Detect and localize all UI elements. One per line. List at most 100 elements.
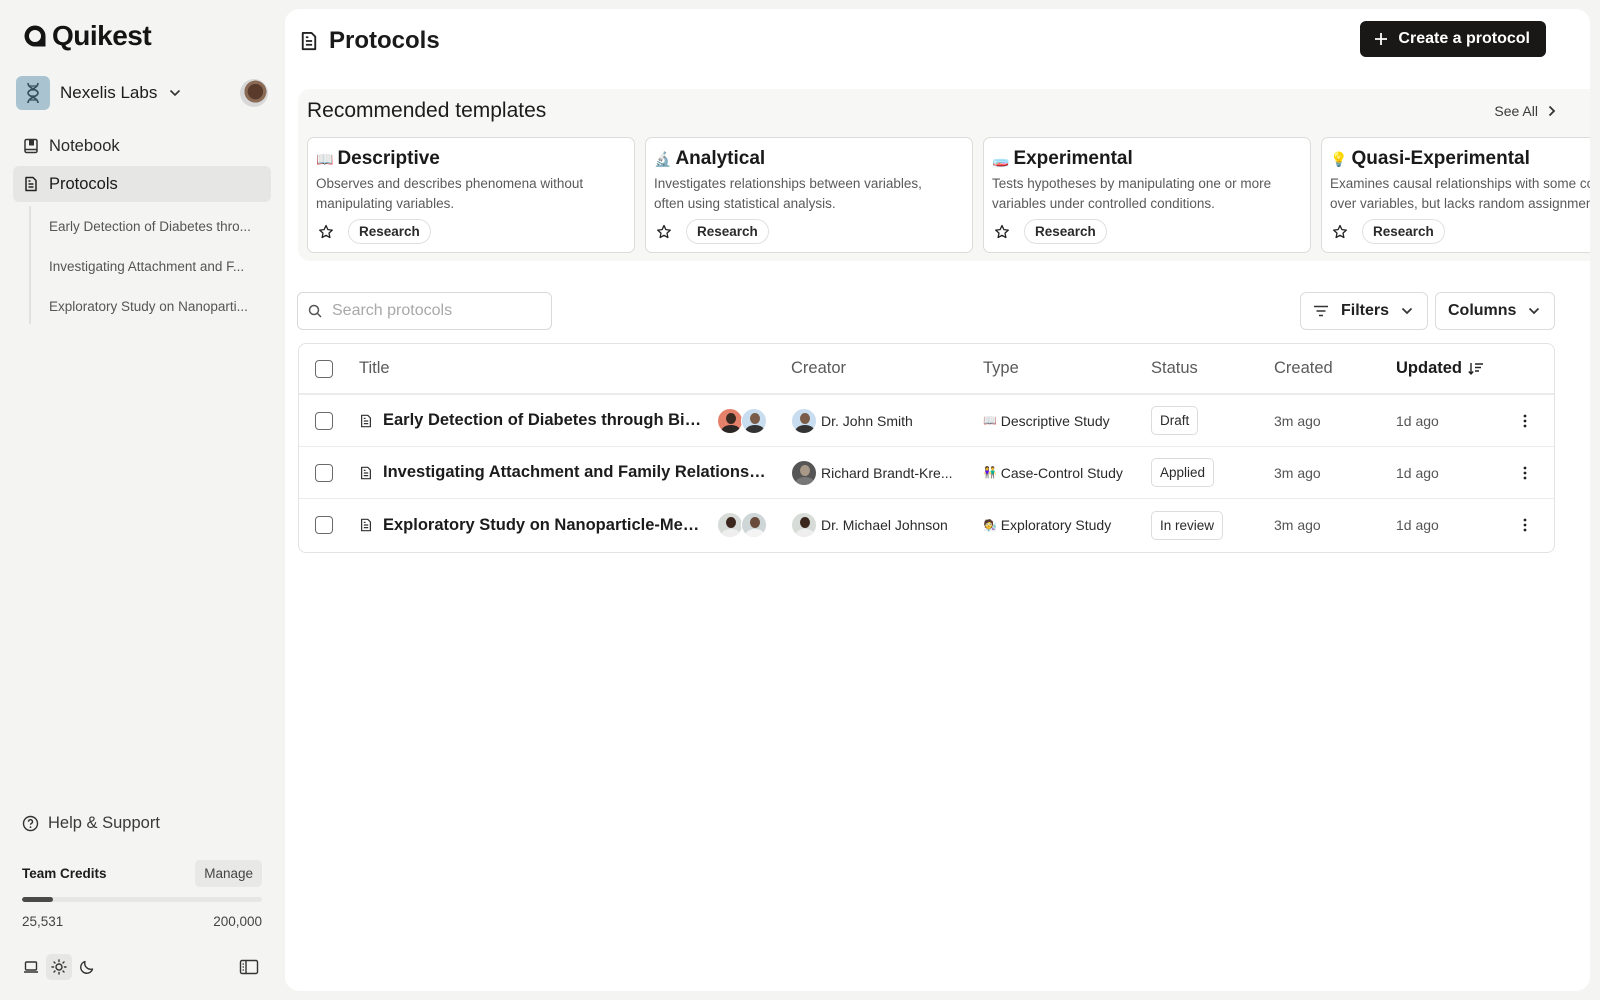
quikest-logo-icon xyxy=(24,25,46,47)
filters-button[interactable]: Filters xyxy=(1300,292,1428,330)
subnav-item[interactable]: Early Detection of Diabetes thro... xyxy=(31,206,269,246)
type-cell: 🧑‍🔬 Exploratory Study xyxy=(983,499,1143,551)
protocols-subnav: Early Detection of Diabetes thro... Inve… xyxy=(29,206,269,324)
protocol-title[interactable]: Early Detection of Diabetes through Biom… xyxy=(383,411,709,430)
theme-system-button[interactable] xyxy=(18,954,44,980)
sidebar-item-protocols[interactable]: Protocols xyxy=(13,166,271,202)
theme-switcher xyxy=(18,954,264,980)
subnav-item[interactable]: Investigating Attachment and F... xyxy=(31,246,269,286)
subnav-item[interactable]: Exploratory Study on Nanoparti... xyxy=(31,286,269,326)
column-header-created[interactable]: Created xyxy=(1274,344,1333,393)
sidebar-item-notebook[interactable]: Notebook xyxy=(13,128,271,164)
sidebar-toggle-button[interactable] xyxy=(236,954,262,980)
sidebar-panel-icon xyxy=(239,959,259,975)
help-support-link[interactable]: Help & Support xyxy=(22,814,160,833)
page-title: Protocols xyxy=(299,27,440,55)
category-tag[interactable]: Research xyxy=(348,219,431,244)
type-cell: 👫 Case-Control Study xyxy=(983,447,1143,498)
star-icon[interactable] xyxy=(318,224,334,240)
help-circle-icon xyxy=(22,815,39,832)
category-tag[interactable]: Research xyxy=(1024,219,1107,244)
creator-avatar xyxy=(791,459,817,486)
column-header-type[interactable]: Type xyxy=(983,344,1143,393)
category-tag[interactable]: Research xyxy=(686,219,769,244)
main-panel: Protocols Create a protocol Recommended … xyxy=(285,9,1590,991)
card-description-line: over variables, but lacks random assignm… xyxy=(1330,196,1590,211)
column-header-status[interactable]: Status xyxy=(1151,344,1198,393)
scientist-icon: 🧑‍🔬 xyxy=(983,519,997,532)
sidebar-item-label: Notebook xyxy=(49,136,120,155)
template-card-descriptive[interactable]: 📖 Descriptive Observes and describes phe… xyxy=(307,137,635,253)
collaborator-avatar[interactable] xyxy=(717,512,743,538)
workspace-avatar xyxy=(16,76,50,110)
column-header-updated-label: Updated xyxy=(1396,359,1462,377)
user-avatar[interactable] xyxy=(240,79,268,107)
collaborator-avatar[interactable] xyxy=(741,407,767,434)
search-input[interactable] xyxy=(332,302,532,320)
card-description-line: Observes and describes phenomena without xyxy=(316,176,584,191)
chevron-down-icon[interactable] xyxy=(169,89,181,97)
sidebar: Quikest Nexelis Labs Notebook Protocols … xyxy=(0,0,280,1000)
notebook-icon xyxy=(24,138,38,154)
column-header-creator[interactable]: Creator xyxy=(791,344,961,393)
laptop-icon xyxy=(24,961,38,973)
row-checkbox[interactable] xyxy=(315,411,333,430)
card-description: Examines causal relationships with some … xyxy=(1330,174,1590,214)
search-box xyxy=(297,292,552,330)
moon-icon xyxy=(80,960,94,974)
created-time: 3m ago xyxy=(1274,464,1321,481)
collaborator-avatars xyxy=(717,499,767,551)
document-icon xyxy=(361,414,371,427)
template-card-experimental[interactable]: 🧫 Experimental Tests hypotheses by manip… xyxy=(983,137,1311,253)
lightbulb-icon: 💡 xyxy=(1330,150,1348,167)
create-protocol-button[interactable]: Create a protocol xyxy=(1360,21,1546,57)
app-logo[interactable]: Quikest xyxy=(22,20,152,52)
table-row[interactable]: Exploratory Study on Nanoparticle-Mediat… xyxy=(299,499,1554,551)
select-all-checkbox[interactable] xyxy=(315,359,333,378)
column-header-title[interactable]: Title xyxy=(359,344,709,393)
people-icon: 👫 xyxy=(983,467,997,479)
created-time: 3m ago xyxy=(1274,517,1321,533)
star-icon[interactable] xyxy=(994,224,1010,240)
template-card-analytical[interactable]: 🔬 Analytical Investigates relationships … xyxy=(645,137,973,253)
card-description: Observes and describes phenomena without… xyxy=(316,174,626,214)
template-cards: 📖 Descriptive Observes and describes phe… xyxy=(307,137,1590,253)
credits-progress-bar xyxy=(22,897,262,902)
template-card-quasi-experimental[interactable]: 💡 Quasi-Experimental Examines causal rel… xyxy=(1321,137,1590,253)
row-checkbox[interactable] xyxy=(315,463,333,482)
protocol-title[interactable]: Investigating Attachment and Family Rela… xyxy=(383,463,769,482)
collaborator-avatar[interactable] xyxy=(717,407,743,434)
book-icon: 📖 xyxy=(983,415,997,427)
category-tag[interactable]: Research xyxy=(1362,219,1445,244)
manage-credits-button[interactable]: Manage xyxy=(195,860,262,887)
filters-label: Filters xyxy=(1341,302,1390,319)
updated-time: 1d ago xyxy=(1396,412,1439,429)
sidebar-nav: Notebook Protocols xyxy=(13,128,271,204)
card-description-line: Tests hypotheses by manipulating one or … xyxy=(992,176,1272,191)
card-description-line: manipulating variables. xyxy=(316,196,455,211)
collaborator-avatar[interactable] xyxy=(741,512,767,538)
card-description-line: Investigates relationships between varia… xyxy=(654,176,922,191)
type-cell: 📖 Descriptive Study xyxy=(983,395,1143,446)
more-vertical-icon[interactable] xyxy=(1523,518,1527,532)
protocol-title[interactable]: Exploratory Study on Nanoparticle-Mediat… xyxy=(383,516,709,535)
creator-cell: Dr. Michael Johnson xyxy=(791,499,961,551)
star-icon[interactable] xyxy=(1332,224,1348,240)
column-header-updated[interactable]: Updated xyxy=(1396,344,1484,393)
creator-avatar xyxy=(791,512,817,538)
workspace-switcher[interactable]: Nexelis Labs xyxy=(16,76,268,110)
creator-cell: Richard Brandt-Kre... xyxy=(791,447,961,498)
theme-light-button[interactable] xyxy=(46,954,72,980)
see-all-link[interactable]: See All xyxy=(1494,103,1556,119)
row-checkbox[interactable] xyxy=(315,516,333,534)
card-description: Investigates relationships between varia… xyxy=(654,174,964,214)
table-row[interactable]: Investigating Attachment and Family Rela… xyxy=(299,447,1554,499)
theme-dark-button[interactable] xyxy=(74,954,100,980)
more-vertical-icon[interactable] xyxy=(1523,414,1527,428)
table-header: Title Creator Type Status Created Update… xyxy=(299,344,1554,395)
table-row[interactable]: Early Detection of Diabetes through Biom… xyxy=(299,395,1554,447)
star-icon[interactable] xyxy=(656,224,672,240)
columns-button[interactable]: Columns xyxy=(1435,292,1555,330)
credits-title: Team Credits xyxy=(22,866,107,881)
more-vertical-icon[interactable] xyxy=(1523,466,1527,480)
